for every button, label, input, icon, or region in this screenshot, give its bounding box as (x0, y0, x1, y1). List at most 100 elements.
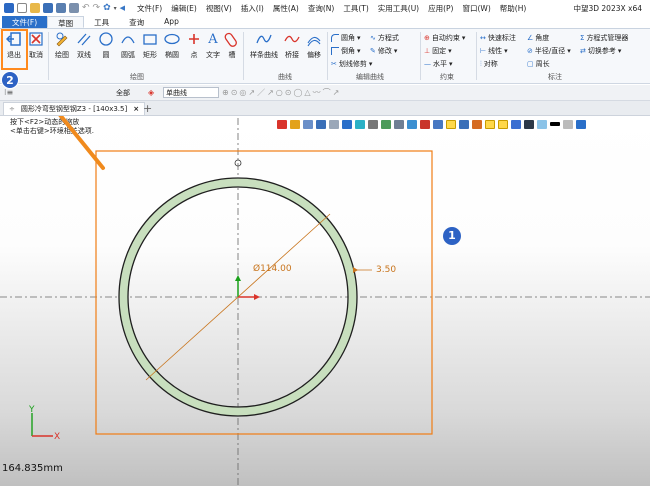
tab-sketch[interactable]: 草图 (47, 16, 85, 28)
point-button[interactable]: 点 (184, 31, 204, 60)
auto-constraint-button[interactable]: ⊕ 自动约束 ▾ (424, 33, 465, 43)
arc-button[interactable]: 圆弧 (118, 31, 138, 60)
symmetric-button[interactable]: ⫶ 对称 (480, 59, 498, 69)
horizontal-button[interactable]: — 水平 ▾ (424, 59, 453, 69)
arrow-icon (353, 267, 358, 273)
document-tab[interactable]: ÷ 圆形冷弯型钢型钢Z3 - [140x3.5] × (3, 102, 146, 115)
fix-button[interactable]: ⊥ 固定 ▾ (424, 46, 452, 56)
double-line-label: 双线 (77, 51, 91, 59)
draw-button[interactable]: 绘图 (52, 31, 72, 60)
redo-icon[interactable]: ↷ (93, 3, 101, 13)
add-tab-icon[interactable]: + (143, 102, 152, 115)
equation-manager-button[interactable]: Σ 方程式管理器 (580, 33, 628, 43)
separator (420, 32, 421, 80)
radius-diameter-button[interactable]: ⊘ 半径/直径 ▾ (527, 46, 571, 56)
bridge-button[interactable]: 桥接 (282, 31, 302, 60)
chevron-down-icon: ▾ (504, 47, 508, 55)
fillet-button[interactable]: 圆角 ▾ (331, 33, 361, 43)
text-label: 文字 (206, 51, 220, 59)
menu-tools[interactable]: 工具(T) (343, 3, 368, 14)
step-badge-1: 1 (443, 227, 461, 245)
equation-button[interactable]: ∿ 方程式 (370, 33, 399, 43)
ellipse-button[interactable]: 椭圆 (162, 31, 182, 60)
menu-window[interactable]: 窗口(W) (462, 3, 490, 14)
menu-help[interactable]: 帮助(H) (500, 3, 527, 14)
layer-icon: ◈ (148, 88, 155, 97)
dropdown-arrow-icon[interactable]: ▾ (114, 5, 117, 12)
toggle-reference-button[interactable]: ⇄ 切换参考 ▾ (580, 46, 621, 56)
offset-button[interactable]: 偏移 (304, 31, 324, 60)
quick-access-toolbar: ↶ ↷ ✿ ▾ ◀ (0, 3, 125, 13)
chevron-down-icon: ▾ (393, 47, 398, 55)
curve-type-select[interactable]: 单曲线 (163, 87, 219, 98)
menu-query[interactable]: 查询(N) (308, 3, 334, 14)
arc-icon (120, 31, 136, 47)
menu-edit[interactable]: 编辑(E) (171, 3, 197, 14)
menu-attribute[interactable]: 属性(A) (273, 3, 299, 14)
double-line-icon (76, 31, 92, 47)
rectangle-button[interactable]: 矩形 (140, 31, 160, 60)
triad-x-label: X (54, 432, 60, 442)
symmetric-icon: ⫶ (480, 59, 482, 68)
group-label-draw: 绘图 (130, 73, 144, 81)
thickness-dimension-text[interactable]: 3.50 (376, 265, 396, 275)
sketch-geometry[interactable]: Y X (0, 116, 650, 486)
spline-button[interactable]: 样条曲线 (248, 31, 280, 60)
chevron-down-icon: ▾ (357, 47, 361, 55)
close-icon[interactable]: × (133, 103, 139, 115)
ellipse-icon (164, 31, 180, 47)
tab-query[interactable]: 查询 (119, 16, 154, 28)
horizontal-icon: — (424, 60, 431, 68)
menu-apps[interactable]: 应用(P) (428, 3, 453, 14)
menu-file[interactable]: 文件(F) (137, 3, 162, 14)
menu-utilities[interactable]: 实用工具(U) (378, 3, 419, 14)
save-icon[interactable] (43, 3, 53, 13)
equation-icon: ∿ (370, 34, 376, 42)
perimeter-label: 周长 (535, 60, 550, 68)
trim-button[interactable]: ✂ 划线修剪 ▾ (331, 59, 372, 69)
angle-icon: ∠ (527, 34, 534, 42)
chevron-down-icon: ▾ (357, 34, 361, 42)
separator (476, 32, 477, 80)
group-label-dimension: 标注 (548, 73, 562, 81)
snap-tools-icon[interactable]: ⊕⊙◎↗／↗○⊙◯△〰⌒↗ (222, 87, 341, 98)
quick-dimension-icon: ↔ (480, 34, 486, 42)
filter-select[interactable]: 全部 (116, 88, 130, 98)
tab-file[interactable]: 文件(F) (2, 16, 48, 28)
arc-label: 圆弧 (121, 51, 135, 59)
chevron-down-icon: ▾ (449, 60, 453, 68)
point-plus-icon (186, 31, 202, 47)
spline-label: 样条曲线 (250, 51, 278, 59)
perimeter-button[interactable]: ▢ 周长 (527, 59, 550, 69)
selection-frame (95, 150, 433, 435)
open-file-icon[interactable] (30, 3, 40, 13)
chevron-down-icon: ▾ (448, 47, 452, 55)
menu-insert[interactable]: 插入(I) (241, 3, 264, 14)
slot-button[interactable]: 槽 (222, 31, 242, 60)
cancel-button[interactable]: 取消 (26, 31, 46, 60)
tab-app[interactable]: App (154, 16, 189, 28)
equation-manager-icon: Σ (580, 34, 585, 42)
modify-button[interactable]: ✎ 修改 ▾ (370, 46, 397, 56)
double-line-button[interactable]: 双线 (74, 31, 94, 60)
undo-icon[interactable]: ↶ (82, 3, 90, 13)
text-button[interactable]: A 文字 (203, 31, 223, 60)
tab-tools[interactable]: 工具 (84, 16, 119, 28)
save-as-icon[interactable] (56, 3, 66, 13)
exit-highlight-box (1, 29, 28, 70)
angle-button[interactable]: ∠ 角度 (527, 33, 549, 43)
diameter-dimension-text[interactable]: Ø114.00 (253, 264, 292, 274)
bridge-icon (284, 31, 300, 47)
quick-dimension-button[interactable]: ↔ 快速标注 (480, 33, 516, 43)
menu-view[interactable]: 视图(V) (206, 3, 232, 14)
circle-button[interactable]: 圆 (96, 31, 116, 60)
ellipse-label: 椭圆 (165, 51, 179, 59)
chamfer-button[interactable]: 倒角 ▾ (331, 46, 361, 56)
linear-button[interactable]: ⊢ 线性 ▾ (480, 46, 508, 56)
radius-diameter-label: 半径/直径 (534, 47, 566, 55)
back-arrow-icon[interactable]: ◀ (120, 4, 125, 12)
toggle-reference-label: 切换参考 (587, 47, 616, 55)
print-icon[interactable] (69, 3, 79, 13)
settings-gear-icon[interactable]: ✿ (103, 3, 111, 13)
new-file-icon[interactable] (17, 3, 27, 13)
